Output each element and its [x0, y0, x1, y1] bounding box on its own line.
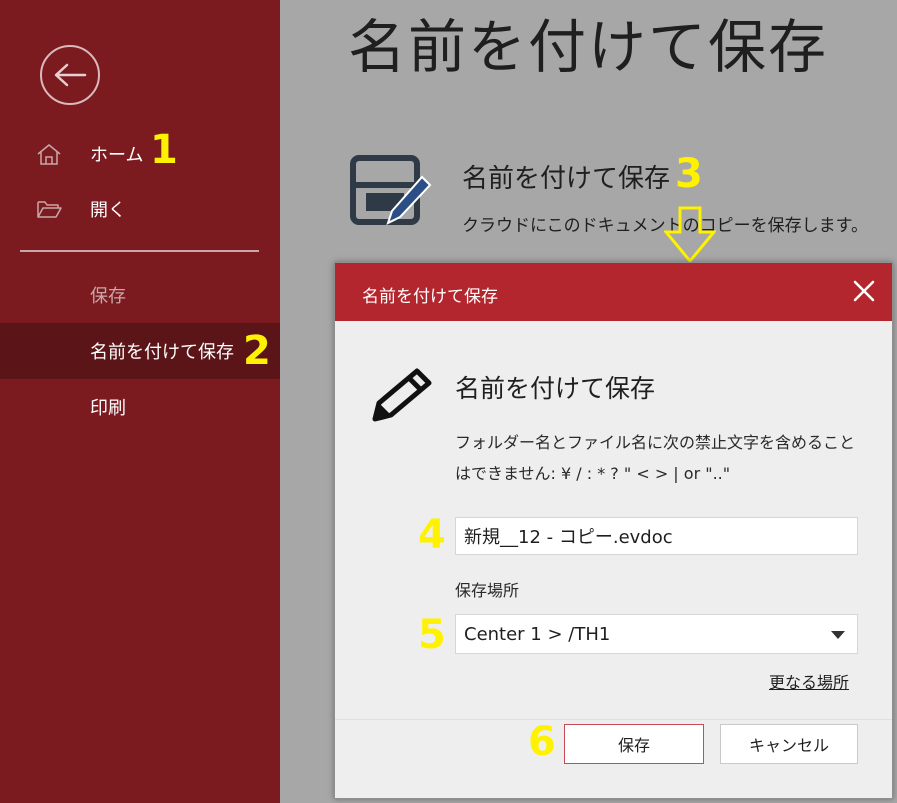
step-number-2: 2	[243, 328, 271, 374]
save-as-option-title[interactable]: 名前を付けて保存	[462, 158, 670, 195]
more-locations-link[interactable]: 更なる場所	[769, 669, 849, 693]
step-number-6: 6	[528, 719, 556, 765]
cancel-button[interactable]: キャンセル	[720, 724, 858, 764]
dialog-footer-divider	[335, 719, 892, 720]
step-number-1: 1	[150, 127, 178, 173]
sidebar-item-label: 保存	[90, 286, 126, 307]
description-line: はできません: ¥ / : * ? " < > | or ".."	[455, 464, 731, 483]
dialog-header: 名前を付けて保存	[335, 263, 892, 321]
chevron-down-icon[interactable]	[831, 631, 845, 639]
pencil-icon	[372, 368, 432, 422]
step-number-3: 3	[675, 151, 703, 197]
back-button[interactable]	[40, 45, 100, 105]
close-icon[interactable]	[852, 279, 876, 303]
location-select[interactable]: Center 1 > /TH1	[455, 614, 858, 654]
sidebar-item-save-as[interactable]: 名前を付けて保存	[0, 323, 280, 379]
save-button[interactable]: 保存	[564, 724, 704, 764]
filename-input[interactable]: 新規__12 - コピー.evdoc	[455, 517, 858, 555]
sidebar-item-label: ホーム	[90, 145, 144, 166]
step-number-4: 4	[418, 512, 446, 558]
sidebar-item-print[interactable]: 印刷	[0, 379, 280, 435]
sidebar-item-label: 名前を付けて保存	[90, 342, 234, 363]
dialog-title: 名前を付けて保存	[455, 374, 656, 403]
save-as-option-icon[interactable]	[350, 155, 432, 231]
sidebar: ホーム 開く 保存 名前を付けて保存 印刷	[0, 0, 280, 803]
description-line: フォルダー名とファイル名に次の禁止文字を含めること	[455, 433, 856, 452]
step-number-5: 5	[418, 612, 446, 658]
sidebar-item-open[interactable]: 開く	[0, 181, 280, 237]
home-icon	[37, 144, 61, 165]
arrow-down-icon	[664, 206, 716, 264]
sidebar-divider	[20, 250, 259, 252]
sidebar-item-save[interactable]: 保存	[0, 267, 280, 323]
location-select-value: Center 1 > /TH1	[464, 623, 611, 645]
sidebar-item-label: 開く	[90, 200, 126, 221]
location-label: 保存場所	[455, 581, 520, 600]
folder-open-icon	[37, 201, 62, 218]
dialog-header-title: 名前を付けて保存	[362, 287, 498, 307]
arrow-left-icon	[54, 63, 87, 87]
sidebar-item-home[interactable]: ホーム	[0, 126, 280, 182]
page-title: 名前を付けて保存	[348, 13, 829, 81]
sidebar-item-label: 印刷	[90, 398, 126, 419]
dialog-description: フォルダー名とファイル名に次の禁止文字を含めること はできません: ¥ / : …	[455, 427, 875, 489]
